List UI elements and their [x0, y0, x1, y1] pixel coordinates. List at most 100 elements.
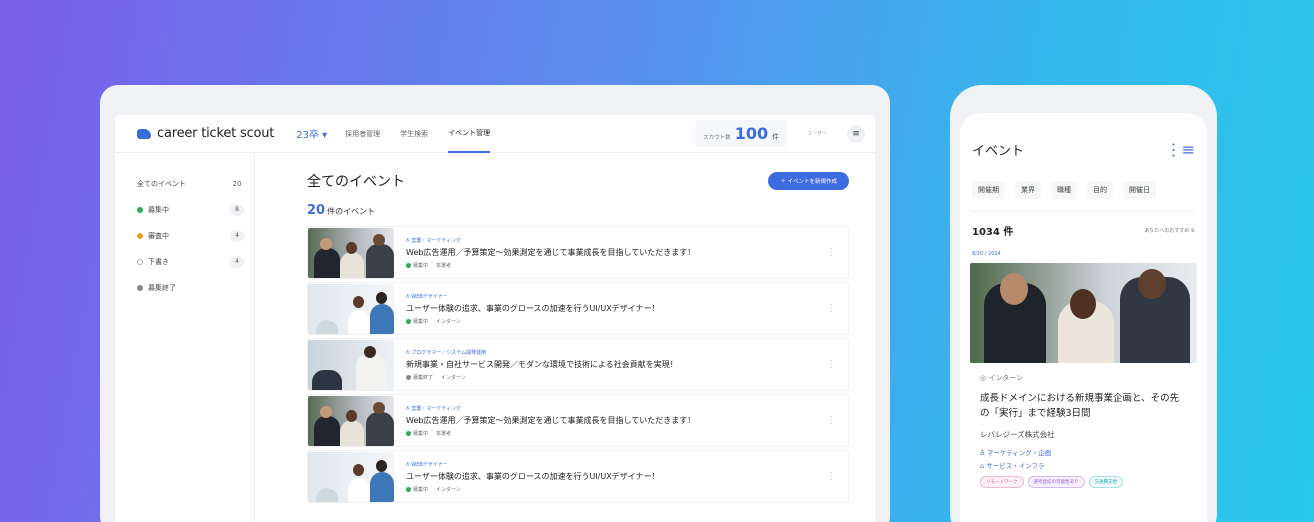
- scout-count-label: スカウト数: [703, 135, 731, 141]
- more-options-icon[interactable]: ⋮: [826, 247, 836, 258]
- event-card[interactable]: ♁ WEBデザイナー ユーザー体験の追求、事業のグロースの加速を行うUI/UXデ…: [307, 450, 849, 503]
- nav-event-management[interactable]: イベント管理: [448, 115, 491, 153]
- sidebar-item-count: 4: [230, 230, 244, 242]
- chip-remote: リモートワーク: [980, 476, 1024, 488]
- logo-icon: [137, 128, 151, 139]
- more-options-icon[interactable]: ⋮: [826, 471, 836, 482]
- sidebar-item-reviewing[interactable]: 審査中 4: [137, 223, 244, 249]
- event-info: ♁ 営業・マーケティング Web広告運用／予算策定〜効果測定を通じて事業成長を目…: [406, 237, 826, 269]
- event-date: 8/20 / 2024: [972, 251, 1001, 257]
- scout-count-unit: 件: [772, 133, 780, 141]
- user-name[interactable]: ユーザー: [807, 130, 827, 137]
- filter-tab-purpose[interactable]: 目的: [1087, 181, 1113, 199]
- year-selector[interactable]: 23卒 ▾: [296, 126, 327, 141]
- phone-mockup: イベント ⋮≡ 開催期 業界 職種 目的 開催日 1034 件 あなたへのおすす…: [950, 85, 1217, 522]
- event-title[interactable]: Web広告運用／予算策定〜効果測定を通じて事業成長を目指していただきます！: [406, 247, 826, 258]
- event-card[interactable]: ♁ 営業・マーケティング Web広告運用／予算策定〜効果測定を通じて事業成長を目…: [307, 226, 849, 279]
- desktop-screen: career ticket scout 23卒 ▾ 採用者管理 学生検索 イベン…: [115, 115, 875, 522]
- event-type: インターン: [436, 486, 461, 493]
- event-thumbnail: [308, 339, 394, 390]
- phone-notch: [1023, 85, 1143, 105]
- result-count-label: 件のイベント: [327, 207, 376, 216]
- event-type: 本選考: [436, 262, 452, 269]
- sidebar-item-label: 募集中: [148, 206, 169, 214]
- main-content: 全てのイベント ＋ イベントを新規作成 20 件のイベント ♁ 営業・マーケティ…: [255, 153, 875, 522]
- status-dot-icon: [406, 374, 411, 380]
- event-info: ♁ WEBデザイナー ユーザー体験の追求、事業のグロースの加速を行うUI/UXデ…: [406, 293, 826, 325]
- logo[interactable]: career ticket scout: [137, 126, 274, 141]
- filter-tab-industry[interactable]: 業界: [1015, 181, 1041, 199]
- event-thumbnail: [308, 227, 394, 278]
- filter-icon[interactable]: ⋮≡: [1166, 140, 1195, 159]
- nav-applicant-management[interactable]: 採用者管理: [345, 115, 380, 153]
- status-dot-icon: [137, 207, 143, 213]
- event-info: ♁ WEBデザイナー ユーザー体験の追求、事業のグロースの加速を行うUI/UXデ…: [406, 461, 826, 493]
- event-status: 募集中: [406, 486, 428, 493]
- sidebar-item-draft[interactable]: 下書き 4: [137, 249, 244, 275]
- event-card[interactable]: ♁ WEBデザイナー ユーザー体験の追求、事業のグロースの加速を行うUI/UXデ…: [307, 282, 849, 335]
- status-dot-icon: [406, 486, 411, 492]
- desktop-body: 全てのイベント 20 募集中 8 審査中 4 下書き 4 募集終了 全てのイベン…: [115, 153, 875, 522]
- event-category: ♁ 営業・マーケティング: [406, 237, 461, 244]
- company-name: レバレジーズ株式会社: [980, 430, 1055, 439]
- event-status: 募集中: [406, 318, 428, 325]
- event-status: 募集終了: [406, 374, 433, 381]
- sort-selector[interactable]: あなたへのおすすめ ⇅: [1144, 227, 1195, 234]
- status-dot-icon: [137, 233, 143, 239]
- filter-tab-period[interactable]: 開催期: [972, 181, 1005, 199]
- event-title[interactable]: 新規事業・自社サービス開発／モダンな環境で技術による社会貢献を実現！: [406, 359, 826, 370]
- more-options-icon[interactable]: ⋮: [826, 303, 836, 314]
- status-dot-icon: [406, 430, 411, 436]
- event-status: 募集中: [406, 262, 428, 269]
- more-options-icon[interactable]: ⋮: [826, 415, 836, 426]
- sidebar-item-count: 20: [232, 180, 242, 188]
- filter-tab-job[interactable]: 職種: [1051, 181, 1077, 199]
- status-dot-icon: [406, 318, 411, 324]
- create-event-button[interactable]: ＋ イベントを新規作成: [768, 172, 849, 190]
- main-header: 全てのイベント ＋ イベントを新規作成: [307, 167, 849, 195]
- chip-transport: 交通費支給: [1088, 476, 1123, 488]
- status-dot-icon: [406, 262, 411, 268]
- event-thumbnail: [308, 395, 394, 446]
- more-options-icon[interactable]: ⋮: [826, 359, 836, 370]
- phone-filter-tabs: 開催期 業界 職種 目的 開催日: [972, 181, 1195, 199]
- nav-student-search[interactable]: 学生検索: [400, 115, 428, 153]
- sidebar-item-label: 下書き: [148, 258, 169, 266]
- event-category: ♁ 営業・マーケティング: [406, 405, 461, 412]
- sidebar-item-label: 全てのイベント: [137, 180, 186, 188]
- status-dot-icon: [137, 259, 143, 265]
- chip-selection: 選考直結の可能性あり: [1027, 476, 1085, 488]
- event-image[interactable]: [970, 263, 1197, 363]
- filter-tab-date[interactable]: 開催日: [1123, 181, 1156, 199]
- logo-text: career ticket scout: [157, 126, 275, 141]
- event-thumbnail: [308, 283, 394, 334]
- event-meta: 募集中 本選考: [406, 430, 826, 437]
- sidebar-item-count: 8: [230, 204, 244, 216]
- industry-category: ⌂ サービス・インフラ: [980, 462, 1045, 470]
- menu-icon[interactable]: ≡: [847, 124, 865, 143]
- event-card[interactable]: ♁ プログラマー／システム開発運用 新規事業・自社サービス開発／モダンな環境で技…: [307, 338, 849, 391]
- result-count: 20 件のイベント: [307, 203, 849, 218]
- event-title[interactable]: ユーザー体験の追求、事業のグロースの加速を行うUI/UXデザイナー！: [406, 471, 826, 482]
- event-category: ♁ プログラマー／システム開発運用: [406, 349, 487, 356]
- sidebar-item-closed[interactable]: 募集終了: [137, 275, 244, 301]
- event-category: ♁ WEBデザイナー: [406, 461, 448, 468]
- phone-screen: イベント ⋮≡ 開催期 業界 職種 目的 開催日 1034 件 あなたへのおすす…: [960, 113, 1207, 522]
- event-title[interactable]: ユーザー体験の追求、事業のグロースの加速を行うUI/UXデザイナー！: [406, 303, 826, 314]
- sidebar-item-count: 4: [230, 256, 244, 268]
- event-type: ◎ インターン: [980, 374, 1023, 382]
- event-category: ♁ WEBデザイナー: [406, 293, 448, 300]
- event-thumbnail: [308, 451, 394, 502]
- sidebar-item-recruiting[interactable]: 募集中 8: [137, 197, 244, 223]
- top-navigation: career ticket scout 23卒 ▾ 採用者管理 学生検索 イベン…: [115, 115, 875, 153]
- event-card[interactable]: ♁ 営業・マーケティング Web広告運用／予算策定〜効果測定を通じて事業成長を目…: [307, 394, 849, 447]
- event-meta: 募集終了 インターン: [406, 374, 826, 381]
- event-chips: リモートワーク 選考直結の可能性あり 交通費支給: [980, 476, 1187, 488]
- event-status: 募集中: [406, 430, 428, 437]
- event-title[interactable]: 成長ドメインにおける新規事業企画と、その先の「実行」まで経験3日間: [980, 391, 1187, 421]
- sidebar-item-all[interactable]: 全てのイベント 20: [137, 171, 244, 197]
- event-info: ♁ プログラマー／システム開発運用 新規事業・自社サービス開発／モダンな環境で技…: [406, 349, 826, 381]
- event-title[interactable]: Web広告運用／予算策定〜効果測定を通じて事業成長を目指していただきます！: [406, 415, 826, 426]
- event-meta: 募集中 本選考: [406, 262, 826, 269]
- phone-page-title: イベント: [972, 143, 1025, 159]
